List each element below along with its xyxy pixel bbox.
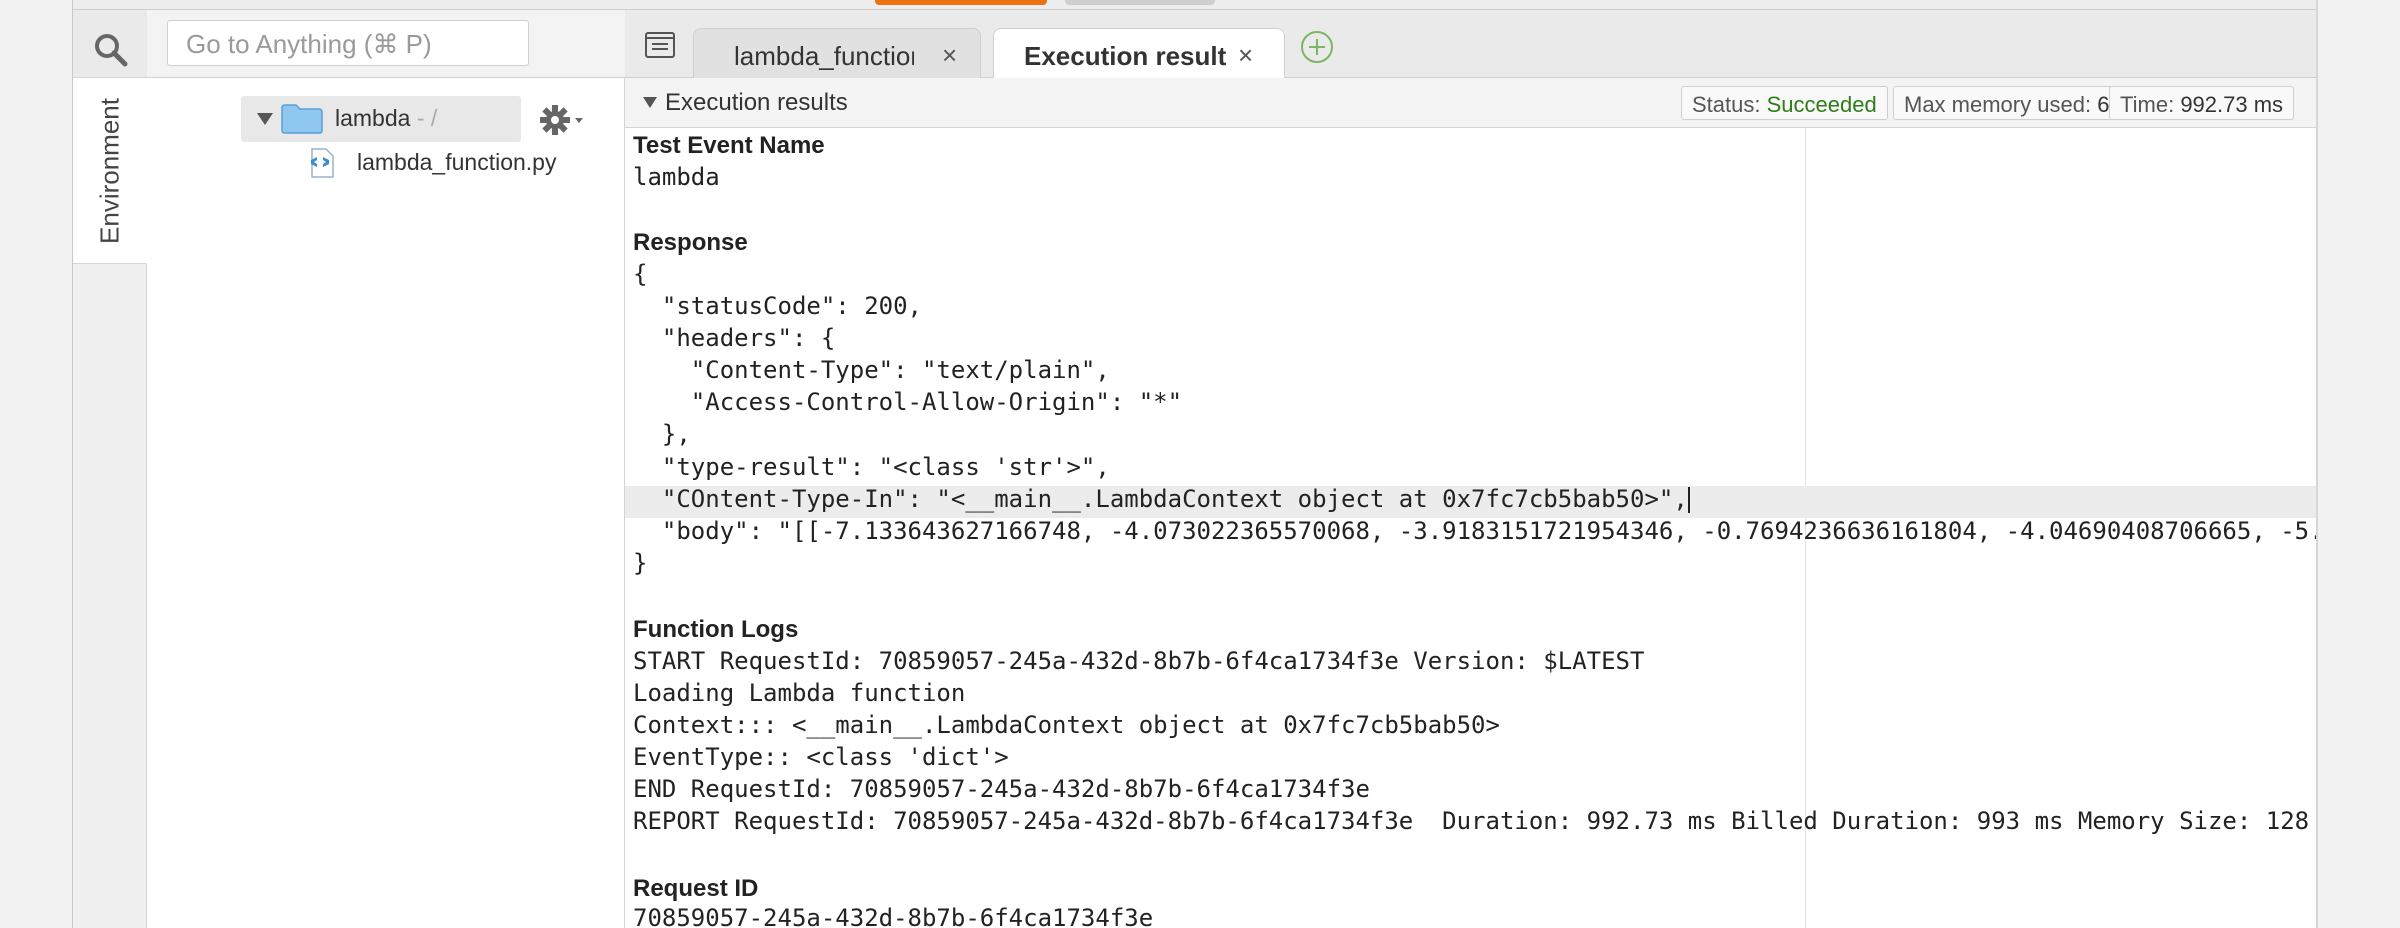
response-title: Response [633, 229, 748, 256]
response-line-text: "COntent-Type-In": "<__main__.LambdaCont… [633, 485, 1688, 513]
file-tree: lambda - / lambda_function.py [147, 78, 625, 928]
response-line: { [633, 260, 648, 288]
active-indicator [875, 0, 1047, 5]
response-line: "Access-Control-Allow-Origin": "*" [633, 388, 1183, 416]
memory-label: Max memory used: [1904, 92, 2092, 117]
rail-search-area [73, 10, 147, 78]
tree-settings-button[interactable] [537, 100, 589, 140]
log-line: Loading Lambda function [633, 679, 966, 707]
response-line: "headers": { [633, 324, 836, 352]
tab-label: lambda_function. [734, 41, 914, 71]
time-badge: Time: 992.73 ms [2109, 86, 2295, 120]
time-label: Time: [2120, 92, 2175, 117]
tab-execution-results[interactable]: Execution results × [993, 28, 1285, 80]
python-file-icon [311, 148, 334, 178]
gear-icon [540, 105, 583, 135]
collapse-icon[interactable] [643, 97, 657, 108]
request-id-title: Request ID [633, 875, 759, 902]
request-id-value: 70859057-245a-432d-8b7b-6f4ca1734f3e [633, 904, 1154, 928]
root-folder-name: lambda [335, 105, 411, 131]
response-line: "statusCode": 200, [633, 292, 922, 320]
response-line: }, [633, 420, 691, 448]
test-event-title: Test Event Name [633, 132, 825, 159]
response-line: "type-result": "<class 'str'>", [633, 453, 1110, 481]
root-folder-path: - / [410, 105, 438, 131]
response-line: } [633, 549, 648, 577]
tab-label: Execution results [1024, 41, 1226, 71]
tree-root-folder[interactable]: lambda - / [241, 96, 521, 142]
status-value: Succeeded [1766, 92, 1877, 117]
execution-results-body[interactable]: Test Event Name lambda Response { "statu… [625, 128, 2317, 928]
go-to-anything-input[interactable]: Go to Anything (⌘ P) [167, 20, 529, 66]
log-line: Context::: <__main__.LambdaContext objec… [633, 711, 1500, 739]
time-value: 992.73 ms [2180, 92, 2284, 117]
test-event-value: lambda [633, 163, 720, 191]
inactive-indicator [1065, 0, 1215, 5]
status-label: Status: [1692, 92, 1761, 117]
ide-frame: Environment Go to Anything (⌘ P) lambda … [72, 0, 2317, 928]
root-folder-label: lambda - / [335, 105, 437, 132]
tab-menu-icon[interactable] [645, 32, 675, 58]
tab-lambda-function[interactable]: lambda_function. × [693, 28, 981, 78]
close-icon[interactable]: × [942, 40, 957, 71]
execution-results-header: Execution results Status: Succeeded Max … [625, 78, 2317, 128]
chevron-down-icon[interactable] [257, 113, 273, 125]
log-line: END RequestId: 70859057-245a-432d-8b7b-6… [633, 775, 1370, 803]
response-line: "Content-Type": "text/plain", [633, 356, 1110, 384]
folder-icon [281, 104, 323, 134]
response-line: "body": "[[-7.133643627166748, -4.073022… [633, 517, 2317, 545]
log-line: EventType:: <class 'dict'> [633, 743, 1009, 771]
environment-tab[interactable]: Environment [73, 78, 147, 264]
editor-tab-bar: lambda_function. × Execution results × [625, 10, 2317, 80]
environment-tab-label: Environment [94, 97, 124, 244]
search-icon[interactable] [93, 32, 129, 68]
top-strip [73, 0, 2317, 10]
response-line-active: "COntent-Type-In": "<__main__.LambdaCont… [633, 485, 1690, 513]
log-line: START RequestId: 70859057-245a-432d-8b7b… [633, 647, 1645, 675]
function-logs-title: Function Logs [633, 616, 799, 643]
status-badge: Status: Succeeded [1681, 86, 1888, 120]
execution-results-title: Execution results [665, 89, 848, 116]
file-label: lambda_function.py [357, 149, 557, 175]
close-icon[interactable]: × [1238, 40, 1253, 71]
log-line: REPORT RequestId: 70859057-245a-432d-8b7… [633, 807, 2317, 835]
add-tab-icon[interactable] [1301, 31, 1333, 63]
right-gutter [2316, 0, 2400, 928]
text-cursor [1687, 487, 1690, 513]
gutter-divider [2316, 0, 2318, 928]
